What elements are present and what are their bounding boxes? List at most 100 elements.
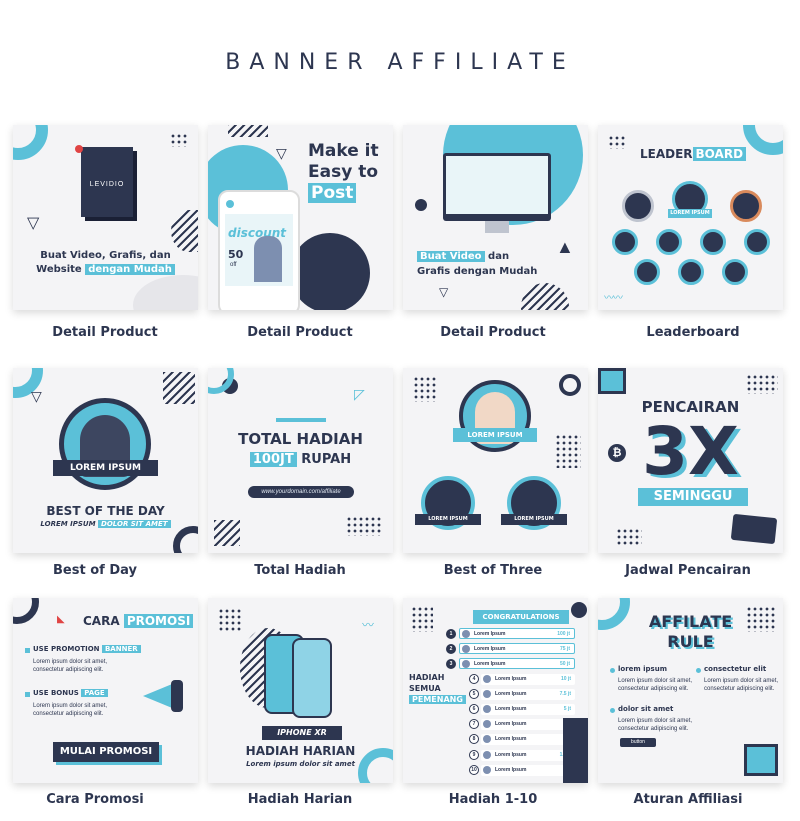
triangle-outline-icon: ▽	[31, 388, 42, 404]
name-ribbon: LOREM IPSUM	[53, 460, 158, 476]
bullet-icon	[610, 668, 615, 673]
banner-detail-product-3[interactable]: ▲ ▽ Buat Video dan Grafis dengan Mudah	[403, 125, 588, 310]
product-name-label: IPHONE XR	[262, 726, 342, 740]
winner-name: Lorem Ipsum	[495, 751, 527, 758]
megaphone-icon	[137, 676, 187, 712]
banner-detail-product-2[interactable]: ▽ Make it Easy to Post discount 50 off	[208, 125, 393, 310]
step2-b: PAGE	[81, 689, 108, 697]
mulai-promosi-button[interactable]: MULAI PROMOSI	[53, 742, 159, 762]
badge-rank-5	[656, 229, 682, 255]
winner-row: 4 Lorem Ipsum 10 jt	[469, 673, 575, 685]
caption-detail-product-1: Detail Product	[52, 325, 158, 340]
caption-cara-promosi: Cara Promosi	[46, 792, 144, 807]
winner-name: Lorem Ipsum	[495, 766, 527, 773]
dots-pattern	[218, 608, 242, 632]
banner-detail-product-1[interactable]: LEVIDIO ▽ Buat Video, Grafis, dan Websit…	[13, 125, 198, 310]
product-logo-icon	[75, 145, 83, 153]
banner-leaderboard[interactable]: LEADER BOARD LOREM IPSUM 〰〰	[598, 125, 783, 310]
corner-square-shape	[598, 368, 626, 394]
product-box-image: LEVIDIO	[81, 147, 133, 217]
winner-avatar	[483, 750, 491, 759]
best-of-day-title: BEST OF THE DAY	[46, 504, 165, 518]
banner-hadiah-harian[interactable]: 〰 IPHONE XR HADIAH HARIAN Lorem ipsum do…	[208, 598, 393, 783]
winner-ribbon: LOREM IPSUM	[453, 428, 537, 442]
model-photo	[254, 236, 282, 282]
winner-name: Lorem Ipsum	[495, 706, 527, 712]
caption-best-of-three: Best of Three	[443, 563, 543, 578]
step1-desc1: Lorem ipsum dolor sit amet,	[33, 659, 108, 665]
corner-square-shape	[744, 744, 778, 776]
winner-prize: 5 jt	[563, 706, 571, 712]
winner-name: Lorem Ipsum	[495, 690, 527, 697]
blob-shape	[133, 275, 198, 310]
headline-line2: Grafis dengan Mudah	[417, 266, 538, 277]
rank-number: 5	[469, 688, 479, 699]
rule-title-1: AFFILATE	[648, 612, 733, 631]
avatar	[226, 200, 234, 208]
product-name: LEVIDIO	[89, 181, 125, 188]
badge-rank-10	[722, 259, 748, 285]
rank-number: 7	[469, 719, 479, 730]
headline-line2a: Website	[36, 264, 86, 275]
rank-number: 4	[469, 673, 479, 684]
leaderboard-title-b: BOARD	[692, 147, 747, 161]
winner-name: Lorem Ipsum	[495, 675, 527, 682]
rule-title-2: RULE	[667, 632, 714, 651]
rank-number: 2	[446, 644, 456, 655]
first-place-ribbon: LOREM IPSUM	[668, 209, 712, 218]
rank-number: 8	[469, 734, 479, 745]
headline-line1: Buat Video, Grafis, dan	[40, 250, 171, 261]
bullet-icon	[25, 648, 30, 653]
caption-leaderboard: Leaderboard	[646, 325, 740, 340]
stripes-pattern	[163, 372, 195, 404]
triangle-outline-icon: ◸	[354, 386, 365, 402]
triangle-red-icon: ◣	[57, 614, 65, 625]
caption-aturan-affiliasi: Aturan Affiliasi	[633, 792, 743, 807]
badge-second-place	[622, 190, 654, 222]
dots-pattern	[555, 434, 581, 468]
banner-cara-promosi[interactable]: ◣ CARA PROMOSI USE PROMOTION BANNER Lore…	[13, 598, 198, 783]
banner-jadwal-pencairan[interactable]: PENCAIRAN ₿ 3X SEMINGGU	[598, 368, 783, 553]
rank-number: 3	[446, 659, 456, 670]
caption-total-hadiah: Total Hadiah	[254, 563, 346, 578]
monitor-stand	[485, 221, 509, 233]
winner-avatar	[462, 630, 470, 638]
rule-2-desc2: consectetur adipiscing elit.	[704, 686, 775, 692]
badge-rank-4	[612, 229, 638, 255]
triangle-filled-icon: ▲	[556, 237, 574, 257]
rule-button[interactable]: button	[620, 738, 656, 747]
banner-hadiah-1-10[interactable]: CONGRATULATIONS HADIAH SEMUA PEMENANG 1 L…	[403, 598, 588, 783]
banner-total-hadiah[interactable]: ◸ TOTAL HADIAH 100JT RUPAH www.yourdomai…	[208, 368, 393, 553]
total-hadiah-title: TOTAL HADIAH	[238, 430, 363, 448]
divider-line	[276, 418, 326, 422]
corner-ring-shape	[173, 526, 198, 553]
banner-best-of-three[interactable]: LOREM IPSUM LOREM IPSUM LOREM IPSUM	[403, 368, 588, 553]
navy-dot	[415, 199, 427, 211]
banner-best-of-day[interactable]: ▽ LOREM IPSUM BEST OF THE DAY LOREM IPSU…	[13, 368, 198, 553]
winner-prize: 7.5 jt	[559, 690, 571, 697]
navy-circle-shape	[290, 233, 370, 310]
second-ribbon: LOREM IPSUM	[415, 514, 481, 525]
sub-highlight: DOLOR SIT AMET	[98, 520, 171, 528]
dots-pattern	[170, 133, 188, 147]
cara-title-a: CARA	[83, 614, 124, 628]
winner-name: Lorem Ipsum	[474, 631, 506, 637]
winner-prize: 75 jt	[559, 646, 570, 653]
stripes-pattern	[214, 520, 240, 546]
headline-line1b: dan	[484, 251, 510, 262]
website-url-pill[interactable]: www.yourdomain.com/affiliate	[248, 486, 354, 498]
badge-rank-8	[634, 259, 660, 285]
winner-avatar	[483, 689, 491, 698]
winner-row: 10Lorem Ipsum1 jt	[469, 764, 575, 776]
dots-pattern	[411, 606, 433, 632]
rule-2: consectetur elit	[704, 665, 767, 673]
winner-name: Lorem Ipsum	[474, 661, 506, 668]
corner-ring-shape	[13, 125, 48, 160]
winner-avatar	[462, 660, 470, 669]
winner-prize: 50 jt	[559, 661, 570, 668]
caption-detail-product-3: Detail Product	[440, 325, 546, 340]
triangle-outline-icon: ▽	[276, 145, 287, 161]
ring-shape	[559, 374, 581, 396]
banner-aturan-affiliasi[interactable]: AFFILATE RULE lorem ipsum Lorem ipsum do…	[598, 598, 783, 783]
badge-third-place	[730, 190, 762, 222]
